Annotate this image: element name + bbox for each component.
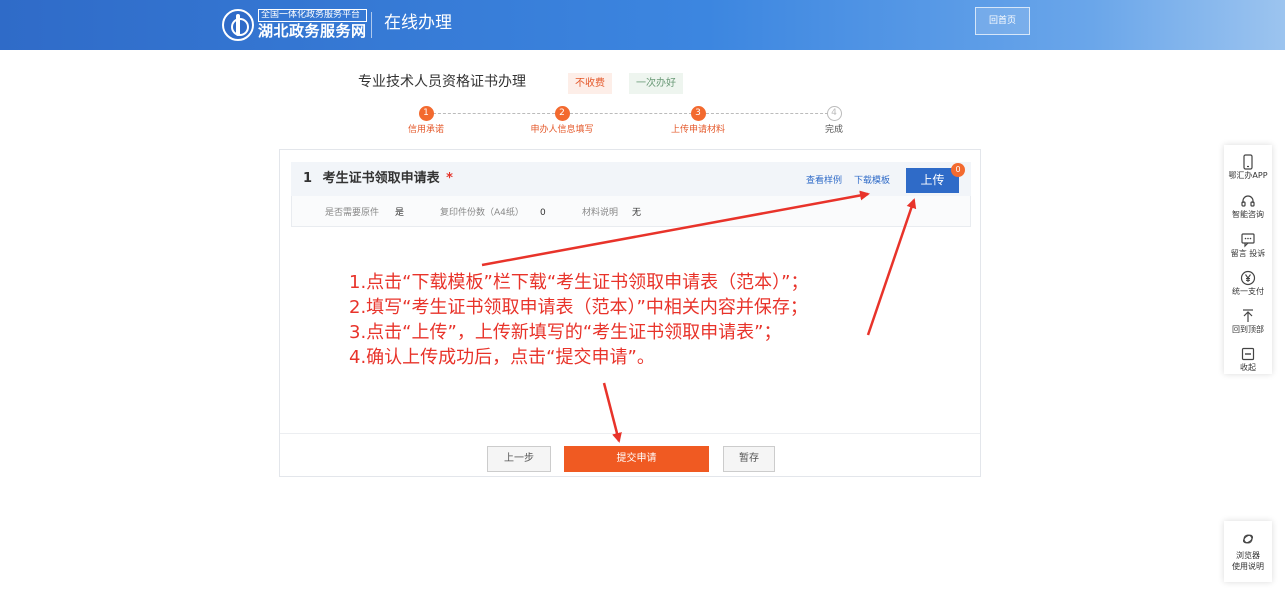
logo-text: 全国一体化政务服务平台 湖北政务服务网 bbox=[258, 9, 367, 41]
toolbar-label: 智能咨询 bbox=[1232, 210, 1264, 219]
required-mark: * bbox=[446, 171, 453, 186]
document-title: 1 考生证书领取申请表 * bbox=[303, 170, 453, 188]
toolbar-item-app[interactable]: 鄂汇办APP bbox=[1224, 154, 1272, 181]
toolbar-item-payment[interactable]: 统一支付 bbox=[1224, 270, 1272, 297]
toolbar-label: 回到顶部 bbox=[1232, 325, 1264, 334]
view-example-link[interactable]: 查看样例 bbox=[806, 176, 842, 187]
info-label: 是否需要原件 bbox=[325, 208, 380, 218]
panel-footer-divider bbox=[280, 433, 980, 434]
instruction-line: 1.点击“下载模板”栏下载“考生证书领取申请表（范本）”； bbox=[349, 272, 809, 293]
info-value: 是 bbox=[395, 208, 405, 218]
headset-icon bbox=[1241, 195, 1255, 207]
collapse-icon bbox=[1241, 347, 1255, 361]
document-header: 1 考生证书领取申请表 * 查看样例 下载模板 上传 0 bbox=[291, 162, 971, 196]
page-title: 在线办理 bbox=[384, 13, 452, 33]
step-upload-materials: 3 上传申请材料 bbox=[638, 106, 758, 136]
step-label: 上传申请材料 bbox=[670, 125, 725, 135]
step-number: 3 bbox=[690, 106, 706, 121]
toolbar-item-collapse[interactable]: 收起 bbox=[1224, 346, 1272, 373]
toolbar-label: 鄂汇办APP bbox=[1228, 171, 1268, 180]
step-number: 2 bbox=[554, 106, 570, 121]
phone-icon bbox=[1243, 154, 1253, 170]
step-credit-promise: 1 信用承诺 bbox=[366, 106, 486, 136]
step-number: 1 bbox=[418, 106, 434, 121]
upload-count-badge: 0 bbox=[951, 163, 965, 177]
instruction-line: 2.填写“考生证书领取申请表（范本）”中相关内容并保存； bbox=[349, 297, 808, 318]
step-applicant-info: 2 申办人信息填写 bbox=[502, 106, 622, 136]
step-complete: 4 完成 bbox=[774, 106, 894, 136]
info-label: 材料说明 bbox=[582, 208, 619, 218]
info-value: 0 bbox=[540, 208, 546, 218]
browser-label-line2: 使用说明 bbox=[1232, 562, 1264, 571]
instruction-line: 4.确认上传成功后，点击“提交申请”。 bbox=[349, 347, 655, 368]
toolbar-label: 留言 投诉 bbox=[1230, 249, 1266, 258]
step-label: 申办人信息填写 bbox=[530, 125, 594, 135]
document-index: 1 bbox=[303, 171, 313, 186]
toolbar-item-back-to-top[interactable]: 回到顶部 bbox=[1224, 308, 1272, 335]
step-number: 4 bbox=[826, 106, 842, 121]
document-name: 考生证书领取申请表 bbox=[322, 171, 440, 186]
previous-step-button[interactable]: 上一步 bbox=[487, 446, 551, 472]
info-label: 复印件份数（A4纸） bbox=[440, 208, 524, 218]
browser-icon bbox=[1243, 534, 1253, 544]
step-label: 信用承诺 bbox=[407, 125, 444, 135]
service-title: 专业技术人员资格证书办理 bbox=[358, 74, 526, 90]
annotation-instructions: 1.点击“下载模板”栏下载“考生证书领取申请表（范本）”； 2.填写“考生证书领… bbox=[349, 270, 808, 370]
info-value: 无 bbox=[632, 208, 642, 218]
instruction-line: 3.点击“上传”，上传新填写的“考生证书领取申请表”； bbox=[349, 322, 782, 343]
save-draft-button[interactable]: 暂存 bbox=[723, 446, 775, 472]
document-info: 是否需要原件 是 复印件份数（A4纸） 0 材料说明 无 bbox=[291, 196, 971, 227]
step-label: 完成 bbox=[824, 125, 843, 135]
tag-free: 不收费 bbox=[568, 73, 612, 94]
yuan-icon bbox=[1240, 270, 1256, 286]
logo-tagline: 全国一体化政务服务平台 bbox=[258, 9, 367, 22]
header-divider bbox=[371, 12, 372, 38]
top-header: 全国一体化政务服务平台 湖北政务服务网 在线办理 回首页 bbox=[0, 0, 1285, 50]
submit-application-button[interactable]: 提交申请 bbox=[564, 446, 709, 472]
back-to-top-icon bbox=[1243, 309, 1253, 322]
tag-once: 一次办好 bbox=[629, 73, 683, 94]
toolbar-label: 统一支付 bbox=[1232, 287, 1264, 296]
message-icon bbox=[1241, 233, 1255, 248]
toolbar-item-consult[interactable]: 智能咨询 bbox=[1224, 193, 1272, 220]
toolbar-item-message[interactable]: 留言 投诉 bbox=[1224, 232, 1272, 259]
home-button[interactable]: 回首页 bbox=[975, 7, 1030, 35]
browser-guide-button[interactable]: 浏览器 使用说明 bbox=[1224, 521, 1272, 582]
floating-toolbar: 鄂汇办APP 智能咨询 留言 投诉 统一支付 回到顶部 收起 bbox=[1224, 145, 1272, 374]
emblem-icon bbox=[222, 9, 254, 41]
site-logo[interactable]: 全国一体化政务服务平台 湖北政务服务网 bbox=[222, 8, 367, 42]
browser-label-line1: 浏览器 bbox=[1236, 551, 1260, 560]
toolbar-label: 收起 bbox=[1240, 363, 1256, 372]
logo-name: 湖北政务服务网 bbox=[258, 22, 367, 40]
download-template-link[interactable]: 下载模板 bbox=[854, 176, 890, 187]
